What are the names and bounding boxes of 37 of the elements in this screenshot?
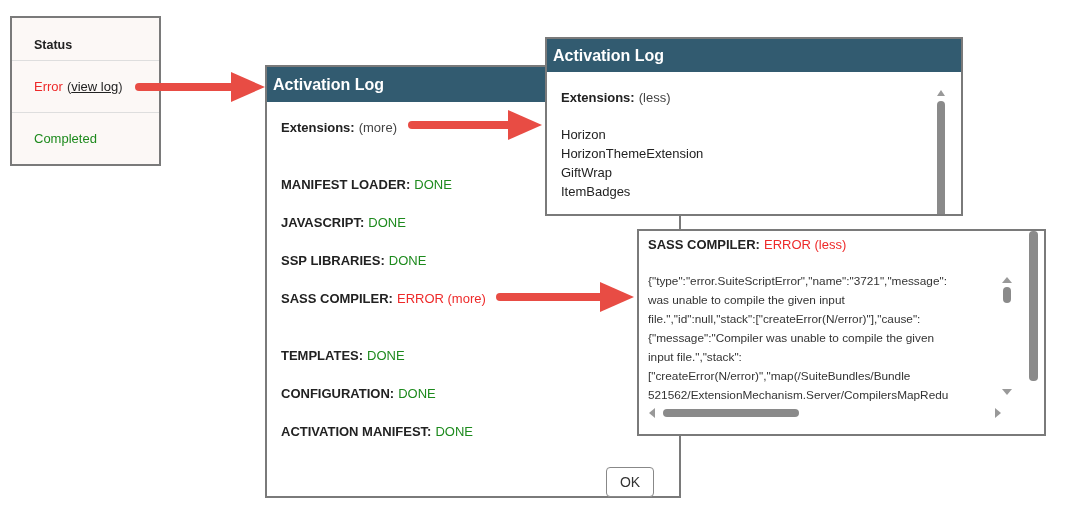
error-log-text: {"type":"error.SuiteScriptError","name":"3721","message": was unable to compile the given input file.","id":null,"stack":["createError(N/error)"],"cause": {"message":"Compiler was unable to compile the given input file.","stack": ["createError(N/error)","map(/SuiteBundles/Bundle 521562/ExtensionMechanism.Server/CompilersMapRedu (648, 273, 950, 404)
more-link[interactable]: (more) (358, 120, 397, 135)
vertical-scrollbar[interactable] (1029, 231, 1038, 381)
step-label: SASS COMPILER: (281, 291, 393, 306)
step-label: ACTIVATION MANIFEST: (281, 424, 432, 439)
less-link[interactable]: (less) (638, 90, 671, 105)
extension-name: HorizonThemeExtension (561, 145, 705, 163)
paren-text: ) (118, 79, 123, 94)
extensions-label: Extensions: (281, 120, 355, 135)
step-result: DONE (414, 177, 452, 192)
step-result: DONE (398, 386, 436, 401)
ok-button[interactable]: OK (606, 467, 654, 497)
step-result: DONE (368, 215, 406, 230)
step-result[interactable]: ERROR (more) (396, 291, 486, 306)
vertical-scrollbar[interactable] (937, 90, 945, 214)
column-heading: Status (33, 37, 74, 54)
extension-name: Horizon (561, 126, 607, 144)
dialog-title-bar: Activation Log (547, 39, 961, 72)
step-label: MANIFEST LOADER: (281, 177, 411, 192)
horizontal-scrollbar[interactable] (649, 408, 1001, 418)
step-label: JAVASCRIPT: (281, 215, 365, 230)
extensions-label: Extensions: (561, 90, 635, 105)
step-label: TEMPLATES: (281, 348, 364, 363)
step-label: SSP LIBRARIES: (281, 253, 385, 268)
step-label: CONFIGURATION: (281, 386, 395, 401)
step-result: DONE (388, 253, 427, 268)
step-result: DONE (435, 424, 473, 439)
view-log-link[interactable]: view log (71, 79, 119, 94)
extension-name: GiftWrap (561, 164, 614, 182)
status-text: Error (34, 79, 63, 94)
status-text: Completed (34, 131, 97, 146)
vertical-scrollbar[interactable] (1002, 277, 1012, 395)
step-result[interactable]: ERROR (less) (763, 237, 847, 252)
paren-text: ( (66, 79, 72, 94)
extension-name: ItemBadges (561, 183, 632, 201)
step-result: DONE (367, 348, 405, 363)
step-label: SASS COMPILER: (648, 237, 760, 252)
